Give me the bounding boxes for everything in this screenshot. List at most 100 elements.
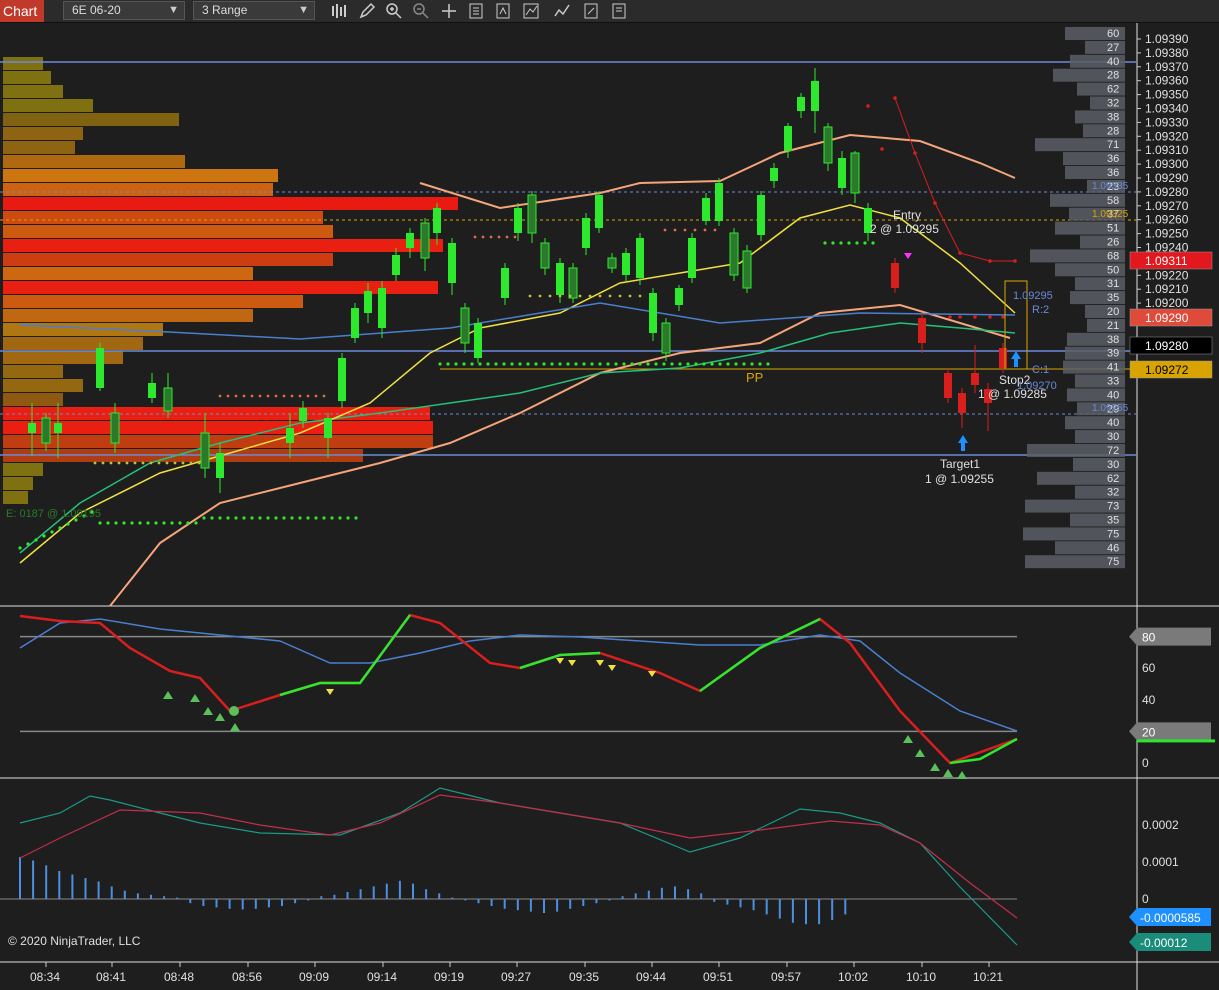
level-label-1.09335: 1.09335 [1092,181,1129,192]
candle-body [216,453,224,478]
profile-bar [3,127,83,140]
candle-body [448,243,456,283]
candle-body [378,288,386,328]
candle-body [568,267,578,299]
trail-dot [673,228,677,232]
candle-body [688,238,696,278]
ladder-value: 32 [1107,98,1119,110]
zoom-out-icon[interactable] [412,2,430,20]
candle-body [770,168,778,181]
draw-pencil-icon[interactable] [358,2,376,20]
candle-body [200,432,210,469]
candle-body [338,358,346,401]
profile-bar [3,421,433,434]
candle-body [28,423,36,433]
trail-dot [218,516,222,520]
zoom-in-icon[interactable] [385,2,403,20]
time-tick-label: 10:21 [973,970,1003,984]
trail-dot [162,521,166,525]
trail-dot [101,461,105,465]
trail-dot [598,362,602,366]
chart-canvas[interactable]: 6027402862323828713636235837512668503135… [0,23,1219,990]
indicators-icon[interactable] [522,2,540,20]
stop-dot [988,315,992,319]
profile-bar [3,435,433,448]
profile-bar [3,155,185,168]
candle-body [742,250,752,289]
ladder-value: 26 [1107,237,1119,249]
ladder-value: 39 [1107,348,1119,360]
candle-body [527,194,537,234]
ladder-value: 51 [1107,223,1119,235]
macd-badge-label: -0.0000585 [1140,911,1201,925]
trail-dot [250,516,254,520]
price-tick-label: 1.09330 [1145,115,1189,129]
ladder-value: 62 [1107,84,1119,96]
chart-tab[interactable]: Chart [0,0,44,22]
candle-body [501,268,509,298]
trail-dot [513,235,517,239]
stop-dot [933,201,937,205]
candle-body [675,288,683,305]
candle-body [622,253,630,275]
profile-bar [3,253,333,266]
trail-dot [138,521,142,525]
target-fill-label: 1 @ 1.09255 [925,472,994,486]
trail-dot [855,241,859,245]
stop-dot [958,315,962,319]
bar-type-selector[interactable]: 3 Range ▼ [193,1,315,20]
profile-bar [3,211,323,224]
trail-dot [630,362,634,366]
ladder-value: 20 [1107,306,1119,318]
trail-dot [274,516,278,520]
candle-body [148,383,156,398]
candle-body [286,428,294,443]
ladder-value: 40 [1107,389,1119,401]
ladder-value: 30 [1107,431,1119,443]
candle-body [406,233,414,248]
trail-dot [489,235,493,239]
ladder-value: 46 [1107,542,1119,554]
more-menu-icon[interactable] [582,2,600,20]
ladder-value: 35 [1107,515,1119,527]
properties-icon[interactable] [467,2,485,20]
trail-dot [178,521,182,525]
price-badge-label: 1.09272 [1145,363,1189,377]
candle-body [460,307,470,344]
strategies-icon[interactable] [494,2,512,20]
trail-dot [510,362,514,366]
ladder-value: 32 [1107,487,1119,499]
candle-body [784,126,792,151]
trail-dot [290,516,294,520]
trail-dot [202,516,206,520]
profile-bar [3,71,51,84]
profile-bar [3,351,123,364]
crosshair-icon[interactable] [440,2,458,20]
price-tick-label: 1.09220 [1145,268,1189,282]
bar-style-icon[interactable] [330,2,348,20]
time-tick-label: 10:02 [838,970,868,984]
profile-bar [3,239,443,252]
ladder-value: 30 [1107,459,1119,471]
candle-body [715,183,723,221]
trail-dot [526,362,530,366]
trail-dot [50,530,54,534]
trail-dot [93,461,97,465]
workspace-icon[interactable] [610,2,628,20]
trail-dot [497,235,501,239]
ladder-value: 36 [1107,153,1119,165]
instrument-selector[interactable]: 6E 06-20 ▼ [63,1,185,20]
stoch-badge-label: 80 [1142,631,1156,645]
stop-dot [913,151,917,155]
profile-bar [3,491,28,504]
trail-dot [542,362,546,366]
ladder-value: 58 [1107,195,1119,207]
trail-dot [438,362,442,366]
trail-dot [662,362,666,366]
candle-body [54,423,62,433]
trail-dot [18,546,22,550]
trail-dot [638,294,642,298]
trail-dot [558,294,562,298]
trail-dot [486,362,490,366]
templates-icon[interactable] [553,2,571,20]
